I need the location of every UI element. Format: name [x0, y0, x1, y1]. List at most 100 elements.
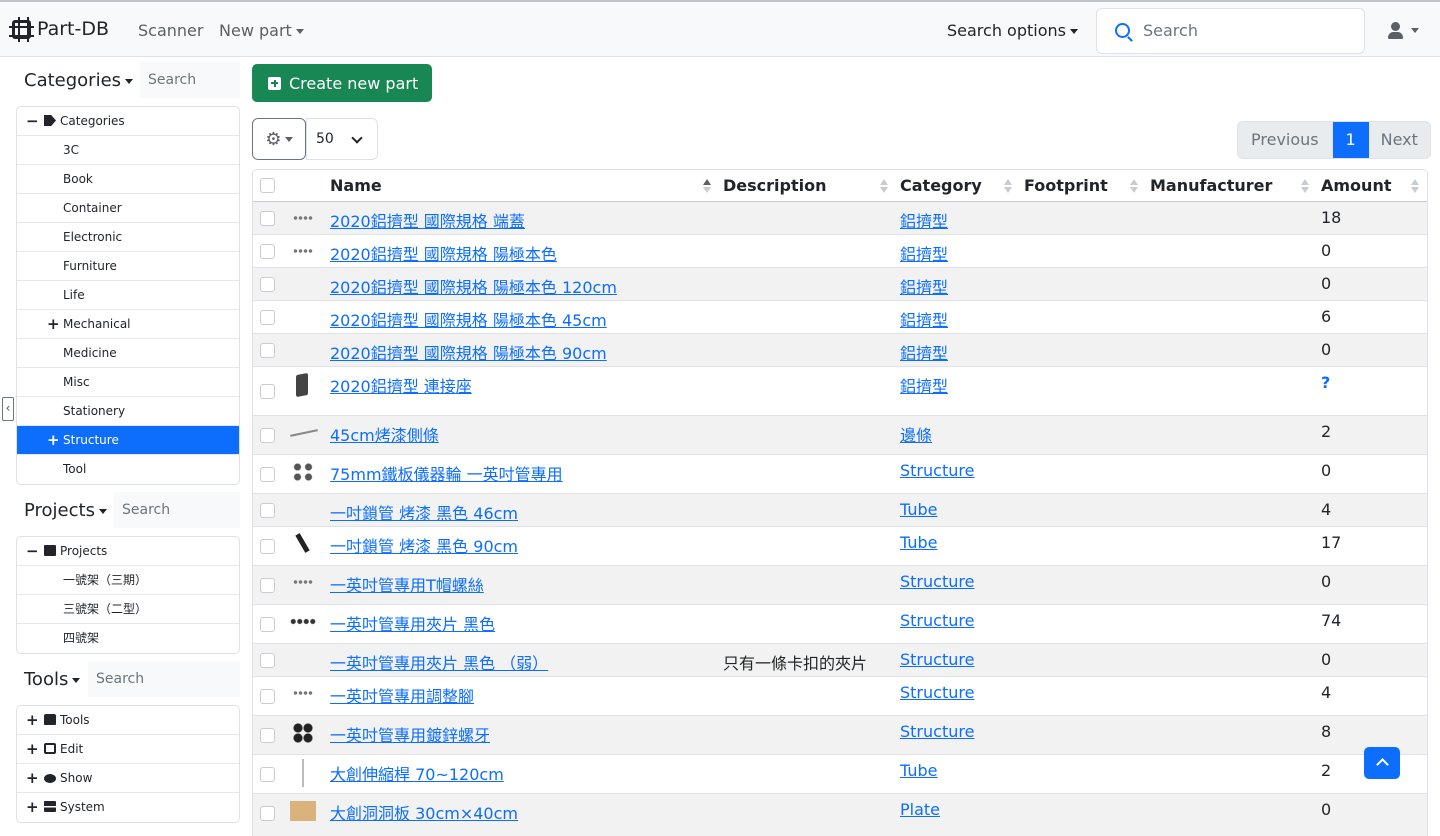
part-category-link[interactable]: 鋁擠型: [900, 274, 948, 298]
part-name-link[interactable]: 2020鋁擠型 國際規格 端蓋: [330, 208, 525, 232]
tools-search-input[interactable]: [88, 661, 240, 697]
row-checkbox[interactable]: [260, 617, 275, 632]
categories-dropdown[interactable]: Categories: [24, 70, 134, 91]
table-row[interactable]: 2020鋁擠型 國際規格 端蓋 鋁擠型 18: [253, 202, 1427, 235]
part-category-link[interactable]: Tube: [900, 533, 937, 552]
tree-item-system[interactable]: + System: [17, 793, 239, 822]
expand-icon[interactable]: +: [47, 426, 60, 454]
table-row[interactable]: 2020鋁擠型 國際規格 陽極本色 45cm 鋁擠型 6: [253, 301, 1427, 334]
part-thumbnail[interactable]: [288, 570, 318, 596]
part-thumbnail[interactable]: [288, 531, 318, 557]
row-checkbox[interactable]: [260, 384, 275, 399]
collapse-icon[interactable]: −: [26, 107, 39, 135]
column-header-name[interactable]: Name: [330, 176, 382, 195]
table-row[interactable]: 2020鋁擠型 國際規格 陽極本色 90cm 鋁擠型 0: [253, 334, 1427, 367]
column-header-category[interactable]: Category: [900, 176, 982, 195]
tools-dropdown[interactable]: Tools: [24, 669, 81, 690]
part-category-link[interactable]: 鋁擠型: [900, 241, 948, 265]
part-name-link[interactable]: 一英吋管專用T帽螺絲: [330, 572, 484, 596]
part-category-link[interactable]: 鋁擠型: [900, 373, 948, 397]
part-name-link[interactable]: 大創洞洞板 30cm×40cm: [330, 800, 518, 824]
part-name-link[interactable]: 45cm烤漆側條: [330, 422, 439, 446]
table-row[interactable]: 一英吋管專用夾片 黑色 （弱） 只有一條卡扣的夾片 Structure 0: [253, 644, 1427, 677]
row-checkbox[interactable]: [260, 343, 275, 358]
tree-item-project[interactable]: 四號架: [17, 624, 239, 653]
projects-search-input[interactable]: [114, 492, 240, 528]
row-checkbox[interactable]: [260, 653, 275, 668]
table-row[interactable]: 大創洞洞板 30cm×40cm Plate 0: [253, 794, 1427, 836]
part-name-link[interactable]: 大創伸縮桿 70~120cm: [330, 761, 504, 785]
scanner-link[interactable]: Scanner: [138, 21, 203, 40]
part-category-link[interactable]: 鋁擠型: [900, 208, 948, 232]
part-name-link[interactable]: 一英吋管專用鍍鋅螺牙: [330, 722, 490, 746]
part-name-link[interactable]: 一吋鎖管 烤漆 黑色 46cm: [330, 500, 518, 524]
table-row[interactable]: 大創伸縮桿 70~120cm Tube 2: [253, 755, 1427, 794]
pagination-previous[interactable]: Previous: [1238, 122, 1333, 158]
projects-dropdown[interactable]: Projects: [24, 500, 107, 521]
row-checkbox[interactable]: [260, 578, 275, 593]
row-checkbox[interactable]: [260, 428, 275, 443]
tree-item-book[interactable]: Book: [17, 165, 239, 194]
part-category-link[interactable]: Structure: [900, 650, 974, 669]
part-category-link[interactable]: Plate: [900, 800, 940, 819]
part-thumbnail[interactable]: [288, 759, 318, 787]
table-row[interactable]: 2020鋁擠型 國際規格 陽極本色 120cm 鋁擠型 0: [253, 268, 1427, 301]
collapse-icon[interactable]: −: [26, 537, 39, 565]
column-header-description[interactable]: Description: [723, 176, 826, 195]
tree-item-edit[interactable]: + Edit: [17, 735, 239, 764]
part-thumbnail[interactable]: [288, 459, 318, 485]
tree-item-furniture[interactable]: Furniture: [17, 252, 239, 281]
table-row[interactable]: 一吋鎖管 烤漆 黑色 90cm Tube 17: [253, 527, 1427, 566]
part-category-link[interactable]: 邊條: [900, 422, 932, 446]
part-name-link[interactable]: 2020鋁擠型 國際規格 陽極本色 120cm: [330, 274, 617, 298]
row-checkbox[interactable]: [260, 728, 275, 743]
row-checkbox[interactable]: [260, 806, 275, 821]
sidebar-collapse-button[interactable]: ‹: [2, 397, 14, 421]
part-category-link[interactable]: Tube: [900, 761, 937, 780]
tree-item-projects-root[interactable]: − Projects: [17, 537, 239, 566]
brand-link[interactable]: Part-DB: [9, 16, 109, 42]
part-category-link[interactable]: Structure: [900, 461, 974, 480]
row-checkbox[interactable]: [260, 277, 275, 292]
tree-item-tools[interactable]: + Tools: [17, 706, 239, 735]
row-checkbox[interactable]: [260, 310, 275, 325]
expand-icon[interactable]: +: [26, 735, 39, 763]
part-thumbnail[interactable]: [288, 681, 318, 707]
part-category-link[interactable]: Tube: [900, 500, 937, 519]
create-new-part-button[interactable]: Create new part: [252, 64, 432, 102]
part-thumbnail[interactable]: [288, 609, 318, 635]
tree-item-stationery[interactable]: Stationery: [17, 397, 239, 426]
part-category-link[interactable]: Structure: [900, 572, 974, 591]
part-thumbnail[interactable]: [288, 239, 318, 265]
part-category-link[interactable]: 鋁擠型: [900, 340, 948, 364]
part-thumbnail[interactable]: [288, 420, 318, 446]
part-thumbnail[interactable]: [288, 371, 318, 398]
part-category-link[interactable]: Structure: [900, 722, 974, 741]
table-row[interactable]: 一吋鎖管 烤漆 黑色 46cm Tube 4: [253, 494, 1427, 527]
table-row[interactable]: 一英吋管專用T帽螺絲 Structure 0: [253, 566, 1427, 605]
tree-item-life[interactable]: Life: [17, 281, 239, 310]
search-input[interactable]: [1143, 21, 1343, 40]
tree-item-medicine[interactable]: Medicine: [17, 339, 239, 368]
column-settings-button[interactable]: ⚙: [252, 118, 306, 160]
table-row[interactable]: 一英吋管專用調整腳 Structure 4: [253, 677, 1427, 716]
row-checkbox[interactable]: [260, 539, 275, 554]
expand-icon[interactable]: +: [47, 310, 60, 338]
tree-item-project[interactable]: 一號架（三期）: [17, 566, 239, 595]
part-name-link[interactable]: 一吋鎖管 烤漆 黑色 90cm: [330, 533, 518, 557]
table-row[interactable]: 2020鋁擠型 國際規格 陽極本色 鋁擠型 0: [253, 235, 1427, 268]
table-row[interactable]: 75mm鐵板儀器輪 一英吋管專用 Structure 0: [253, 455, 1427, 494]
user-menu[interactable]: [1388, 22, 1419, 39]
part-name-link[interactable]: 2020鋁擠型 國際規格 陽極本色 45cm: [330, 307, 607, 331]
tree-item-container[interactable]: Container: [17, 194, 239, 223]
categories-search-input[interactable]: [140, 62, 240, 98]
part-category-link[interactable]: 鋁擠型: [900, 307, 948, 331]
tree-item-project[interactable]: 三號架（二型）: [17, 595, 239, 624]
column-header-footprint[interactable]: Footprint: [1024, 176, 1108, 195]
scroll-to-top-button[interactable]: [1364, 747, 1400, 779]
part-name-link[interactable]: 75mm鐵板儀器輪 一英吋管專用: [330, 461, 563, 485]
column-header-manufacturer[interactable]: Manufacturer: [1150, 176, 1272, 195]
row-checkbox[interactable]: [260, 211, 275, 226]
part-thumbnail[interactable]: [288, 720, 318, 746]
tree-item-structure[interactable]: + Structure: [17, 426, 239, 455]
